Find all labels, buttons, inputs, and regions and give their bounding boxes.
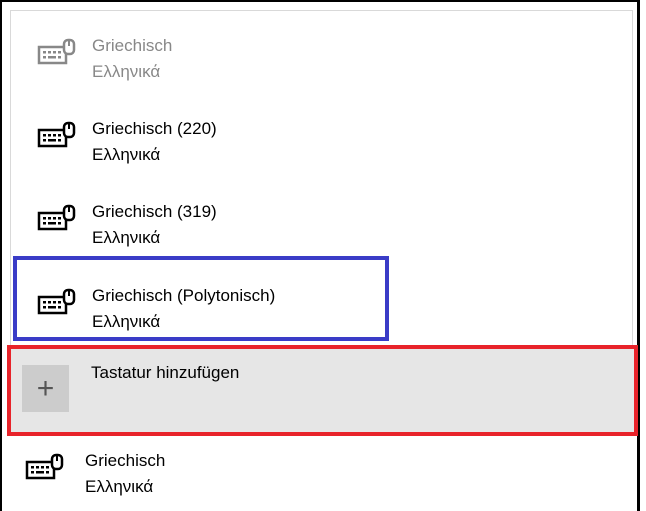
keyboard-native-name: Ελληνικά (85, 477, 154, 496)
keyboard-native-name: Ελληνικά (92, 228, 161, 247)
keyboard-option-griechisch-319[interactable]: Griechisch (319) Ελληνικά (11, 177, 632, 257)
keyboard-icon (37, 204, 77, 234)
keyboard-name: Griechisch (220) (92, 119, 217, 138)
installed-keyboard-griechisch[interactable]: Griechisch Ελληνικά (0, 436, 640, 511)
keyboard-name: Griechisch (85, 451, 166, 470)
highlight-add-keyboard (7, 345, 638, 436)
keyboard-native-name: Ελληνικά (92, 62, 161, 81)
keyboard-option-griechisch[interactable]: Griechisch Ελληνικά (11, 11, 632, 91)
highlight-selected-keyboard (13, 256, 389, 341)
keyboard-name: Griechisch (92, 36, 173, 55)
keyboard-name: Griechisch (319) (92, 202, 217, 221)
keyboard-option-griechisch-220[interactable]: Griechisch (220) Ελληνικά (11, 94, 632, 174)
keyboard-icon (37, 38, 77, 68)
keyboard-icon (25, 453, 65, 483)
keyboard-icon (37, 121, 77, 151)
keyboard-native-name: Ελληνικά (92, 145, 161, 164)
